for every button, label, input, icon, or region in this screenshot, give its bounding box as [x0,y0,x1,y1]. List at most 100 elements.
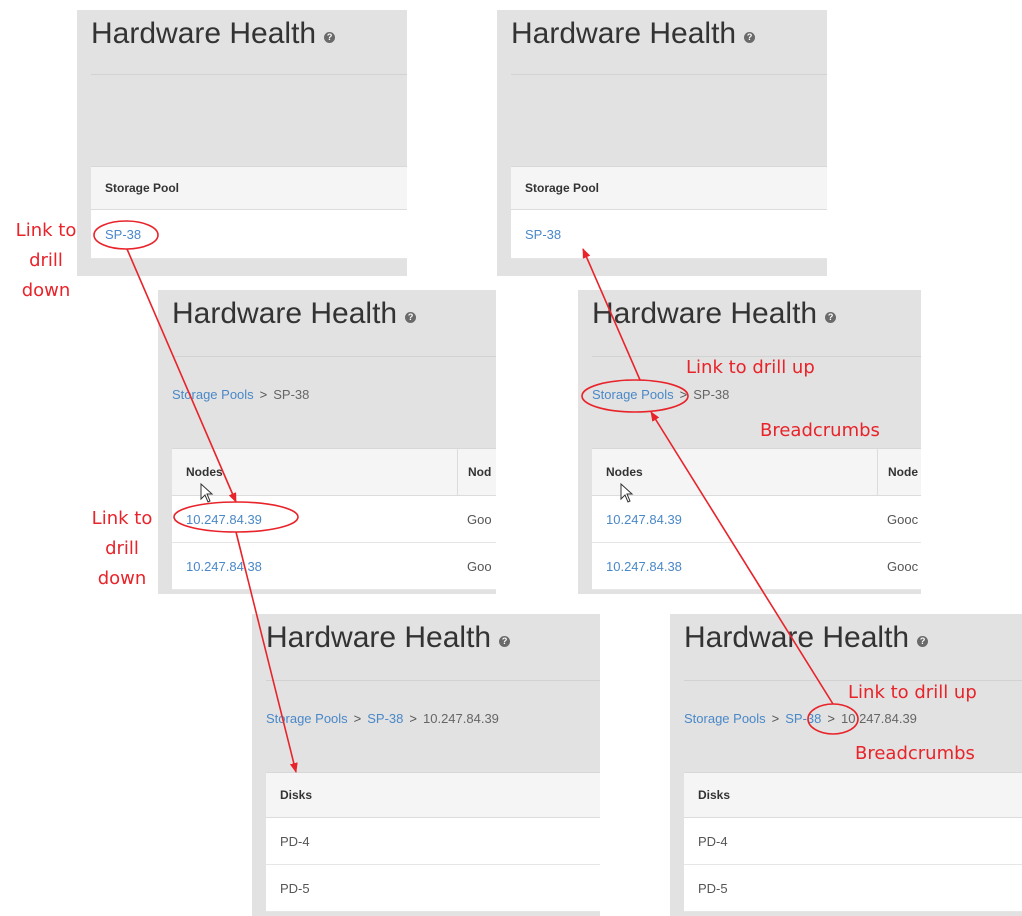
table-header: Nodes Node [592,449,921,496]
annotation-line: down [97,568,147,589]
mouse-pointer-icon [200,483,214,503]
page-title: Hardware Health? [91,17,336,51]
breadcrumb-link-storage-pools[interactable]: Storage Pools [684,711,766,726]
annotation-line: drill [105,538,139,559]
table-row[interactable]: 10.247.84.38 Gooc [592,543,921,590]
page-title-text: Hardware Health [91,17,317,50]
page-title: Hardware Health? [511,17,756,51]
page-title-text: Hardware Health [592,297,818,330]
column-header-disks[interactable]: Disks [698,773,730,817]
breadcrumb: Storage Pools > SP-38 [592,387,729,402]
nodes-table: Nodes Nod 10.247.84.39 Goo 10.247.84.38 … [172,448,496,590]
node-link[interactable]: 10.247.84.38 [606,543,682,589]
breadcrumb-separator: > [259,387,268,402]
breadcrumb: Storage Pools > SP-38 >10.247.84.39 [684,711,917,726]
breadcrumb-current: SP-38 [273,387,310,402]
page-title: Hardware Health? [172,297,417,331]
page-title: Hardware Health? [592,297,837,331]
breadcrumb: Storage Pools > SP-38 >10.247.84.39 [266,711,499,726]
breadcrumb-separator: > [827,711,835,726]
table-row[interactable]: SP-38 [91,210,407,259]
table-row[interactable]: 10.247.84.38 Goo [172,543,496,590]
title-divider [511,74,827,75]
table-header: Storage Pool [91,167,407,210]
page-title: Hardware Health? [684,621,929,655]
column-header-node-status[interactable]: Node [877,449,918,495]
breadcrumb-link-storage-pools[interactable]: Storage Pools [266,711,348,726]
breadcrumb-separator: > [679,387,688,402]
disks-table: Disks PD-4 PD-5 [266,772,600,912]
node-link[interactable]: 10.247.84.39 [606,496,682,542]
storage-pool-link[interactable]: SP-38 [105,210,141,258]
annotation-breadcrumbs-1: Breadcrumbs [760,420,880,441]
page-title-text: Hardware Health [266,621,492,654]
column-header-disks[interactable]: Disks [280,773,312,817]
disk-name: PD-4 [280,833,310,849]
annotation-line: Link to [15,220,77,241]
table-row[interactable]: SP-38 [511,210,827,259]
table-header: Disks [684,773,1022,818]
table-row[interactable]: 10.247.84.39 Gooc [592,496,921,543]
help-icon[interactable]: ? [825,311,837,323]
breadcrumb-current: 10.247.84.39 [423,711,499,726]
nodes-table: Nodes Node 10.247.84.39 Gooc 10.247.84.3… [592,448,921,590]
node-link[interactable]: 10.247.84.39 [186,496,262,542]
annotation-drill-up-1: Link to drill up [686,357,815,378]
column-header-storage-pool[interactable]: Storage Pool [525,167,599,209]
storage-pool-table: Storage Pool SP-38 [91,166,407,259]
breadcrumb-current: 10.247.84.39 [841,711,917,726]
breadcrumb-separator: > [353,711,362,726]
breadcrumb-link-storage-pools[interactable]: Storage Pools [172,387,254,402]
table-row[interactable]: PD-4 [684,818,1022,865]
breadcrumb: Storage Pools > SP-38 [172,387,309,402]
disk-name: PD-5 [280,880,310,896]
storage-pool-table: Storage Pool SP-38 [511,166,827,259]
table-row[interactable]: PD-5 [266,865,600,912]
node-status: Goo [467,511,492,527]
annotation-line: down [21,280,71,301]
annotation-drill-down-1: Link to drill down [8,216,84,306]
node-status: Gooc [887,558,919,574]
breadcrumb-separator: > [409,711,417,726]
table-row[interactable]: 10.247.84.39 Goo [172,496,496,543]
title-divider [91,74,407,75]
annotation-line: drill [29,250,63,271]
column-header-node-status[interactable]: Nod [457,449,491,495]
help-icon[interactable]: ? [324,31,336,43]
breadcrumb-link-storage-pools[interactable]: Storage Pools [592,387,674,402]
disks-table: Disks PD-4 PD-5 [684,772,1022,912]
page-title-text: Hardware Health [172,297,398,330]
node-status: Gooc [887,511,919,527]
title-divider [266,680,600,681]
panel-storage-pool-list: Hardware Health? Storage Pool SP-38 [77,10,407,276]
mouse-pointer-icon [620,483,634,503]
page-title-text: Hardware Health [684,621,910,654]
help-icon[interactable]: ? [744,31,756,43]
annotation-breadcrumbs-2: Breadcrumbs [855,743,975,764]
storage-pool-link[interactable]: SP-38 [525,210,561,258]
table-row[interactable]: PD-4 [266,818,600,865]
panel-nodes-list: Hardware Health? Storage Pools > SP-38 Nod… [158,290,496,594]
table-header: Nodes Nod [172,449,496,496]
annotation-drill-down-2: Link to drill down [84,504,160,594]
table-row[interactable]: PD-5 [684,865,1022,912]
annotation-drill-up-2: Link to drill up [848,682,977,703]
annotation-line: Link to [91,508,153,529]
breadcrumb-link-storage-pool[interactable]: SP-38 [367,711,403,726]
disk-name: PD-5 [698,880,728,896]
breadcrumb-link-storage-pool[interactable]: SP-38 [785,711,821,726]
panel-disks-list: Hardware Health? Storage Pools > SP-38 >10.… [252,614,600,916]
column-header-storage-pool[interactable]: Storage Pool [105,167,179,209]
breadcrumb-separator: > [771,711,780,726]
table-header: Disks [266,773,600,818]
panel-storage-pool-list-return: Hardware Health? Storage Pool SP-38 [497,10,827,276]
help-icon[interactable]: ? [917,635,929,647]
node-link[interactable]: 10.247.84.38 [186,543,262,589]
help-icon[interactable]: ? [405,311,417,323]
table-header: Storage Pool [511,167,827,210]
page-title-text: Hardware Health [511,17,737,50]
help-icon[interactable]: ? [499,635,511,647]
page-title: Hardware Health? [266,621,511,655]
title-divider [172,356,496,357]
breadcrumb-current: SP-38 [693,387,730,402]
